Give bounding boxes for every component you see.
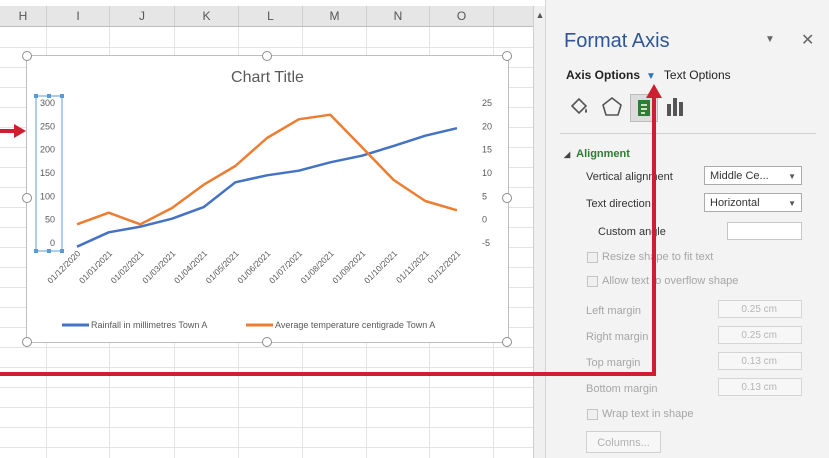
y2-tick-label: 5 — [482, 191, 487, 201]
resize-handle-tr[interactable] — [502, 51, 512, 61]
collapse-triangle-icon: ◢ — [564, 150, 571, 159]
alignment-section-header[interactable]: ◢ Alignment — [564, 148, 630, 160]
text-direction-select[interactable]: Horizontal ▼ — [704, 193, 802, 212]
y-tick-label: 0 — [50, 238, 55, 248]
legend-rainfall-label: Rainfall in millimetres Town A — [91, 320, 207, 330]
pane-separator — [560, 133, 816, 134]
allow-overflow-label: Allow text to overflow shape — [602, 275, 739, 287]
top-margin-input[interactable]: 0.13 cm — [718, 352, 802, 370]
y2-tick-label: 0 — [482, 215, 487, 225]
axis-selection-handle[interactable] — [60, 94, 64, 98]
dropdown-arrow-icon: ▼ — [788, 199, 796, 208]
column-header-l[interactable]: L — [239, 6, 303, 26]
allow-overflow-checkbox[interactable] — [587, 276, 598, 287]
text-direction-label: Text direction — [586, 198, 651, 210]
resize-shape-checkbox[interactable] — [587, 252, 598, 263]
bottom-margin-label: Bottom margin — [586, 383, 658, 395]
column-header-bar: H I J K L M N O — [0, 6, 533, 27]
y-tick-label: 250 — [40, 121, 55, 131]
axis-selection-handle[interactable] — [47, 249, 51, 253]
chevron-down-icon[interactable]: ▼ — [765, 34, 775, 45]
axis-selection-handle[interactable] — [60, 249, 64, 253]
x-tick-label: 01/10/2021 — [362, 248, 399, 285]
text-direction-value: Horizontal — [710, 197, 760, 209]
wrap-text-label: Wrap text in shape — [602, 408, 694, 420]
chart-plot[interactable]: 300250200150100500 2520151050-5 01/12/20… — [27, 56, 508, 342]
x-tick-label: 01/05/2021 — [204, 248, 241, 285]
bottom-margin-input[interactable]: 0.13 cm — [718, 378, 802, 396]
resize-handle-bc[interactable] — [262, 337, 272, 347]
y-tick-label: 100 — [40, 191, 55, 201]
x-tick-label: 01/12/2021 — [425, 248, 462, 285]
scroll-up-icon[interactable]: ▲ — [535, 10, 545, 20]
custom-angle-label: Custom angle — [598, 226, 666, 238]
resize-handle-ml[interactable] — [22, 193, 32, 203]
right-margin-label: Right margin — [586, 331, 649, 343]
resize-handle-br[interactable] — [502, 337, 512, 347]
vertical-alignment-label: Vertical alignment — [586, 171, 673, 183]
resize-shape-label: Resize shape to fit text — [602, 251, 714, 263]
size-properties-icon[interactable] — [630, 94, 658, 122]
y2-tick-label: 25 — [482, 98, 492, 108]
left-margin-input[interactable]: 0.25 cm — [718, 300, 802, 318]
axis-options-chevron-icon[interactable]: ▼ — [646, 71, 656, 82]
column-header-m[interactable]: M — [303, 6, 367, 26]
y-tick-label: 50 — [45, 215, 55, 225]
resize-handle-mr[interactable] — [502, 193, 512, 203]
vertical-alignment-value: Middle Ce... — [710, 170, 769, 182]
close-icon[interactable]: ✕ — [801, 30, 814, 50]
top-margin-label: Top margin — [586, 357, 641, 369]
column-header-j[interactable]: J — [110, 6, 175, 26]
chart-area[interactable]: Chart Title 300 250 200 150 100 50 0 25 20 15 10 5… — [26, 55, 509, 343]
columns-button[interactable]: Columns... — [586, 431, 661, 453]
y-tick-label: 150 — [40, 168, 55, 178]
pane-tabs: Axis Options ▼ Text Options — [566, 68, 731, 82]
column-header-o[interactable]: O — [430, 6, 494, 26]
custom-angle-input[interactable] — [727, 222, 802, 240]
column-header-k[interactable]: K — [175, 6, 239, 26]
y2-tick-label: 15 — [482, 145, 492, 155]
resize-handle-tl[interactable] — [22, 51, 32, 61]
y-tick-label: 300 — [40, 98, 55, 108]
rainfall-series-line[interactable] — [76, 126, 458, 248]
resize-handle-tc[interactable] — [262, 51, 272, 61]
left-margin-label: Left margin — [586, 305, 642, 317]
axis-selection-handle[interactable] — [34, 249, 38, 253]
axis-options-icon[interactable] — [662, 94, 688, 120]
dropdown-arrow-icon: ▼ — [788, 172, 796, 181]
temperature-series-line[interactable] — [76, 113, 458, 226]
tab-text-options[interactable]: Text Options — [664, 68, 731, 82]
alignment-section-label: Alignment — [576, 148, 630, 160]
y-tick-label: 200 — [40, 145, 55, 155]
column-header-h[interactable]: H — [0, 6, 47, 26]
right-margin-input[interactable]: 0.25 cm — [718, 326, 802, 344]
y2-tick-label: 20 — [482, 121, 492, 131]
legend-temperature-label: Average temperature centigrade Town A — [275, 320, 435, 330]
format-axis-pane: Format Axis ▼ ✕ Axis Options ▼ Text Option… — [545, 0, 829, 458]
column-header-n[interactable]: N — [367, 6, 430, 26]
axis-selection-handle[interactable] — [34, 94, 38, 98]
vertical-alignment-select[interactable]: Middle Ce... ▼ — [704, 166, 802, 185]
wrap-text-checkbox[interactable] — [587, 409, 598, 420]
resize-handle-bl[interactable] — [22, 337, 32, 347]
spreadsheet-area[interactable]: H I J K L M N O Chart Title 300 250 200 … — [0, 0, 533, 458]
y2-tick-label: 10 — [482, 168, 492, 178]
pane-title: Format Axis — [564, 30, 670, 52]
y2-tick-label: -5 — [482, 238, 490, 248]
x-tick-label: 01/08/2021 — [299, 248, 336, 285]
fill-line-icon[interactable] — [566, 94, 592, 120]
x-tick-label: 01/02/2021 — [109, 248, 146, 285]
column-header-i[interactable]: I — [47, 6, 110, 26]
effects-icon[interactable] — [599, 94, 625, 120]
tab-axis-options[interactable]: Axis Options — [566, 68, 640, 82]
